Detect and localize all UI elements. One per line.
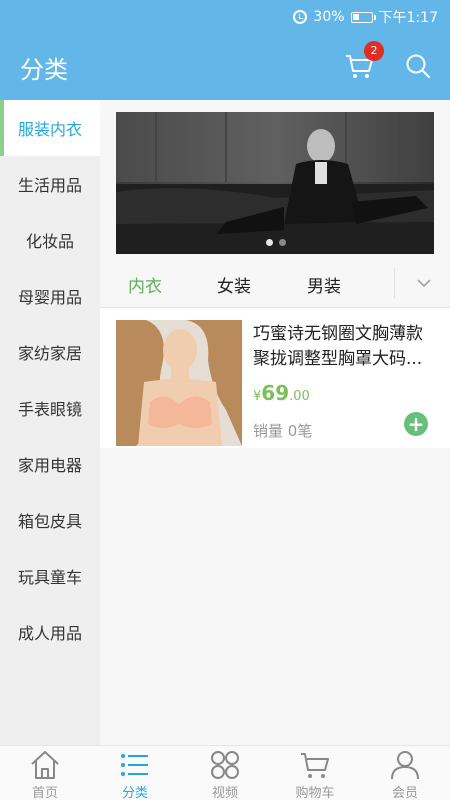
tab-women[interactable]: 女装 [217,272,251,297]
alarm-icon [293,10,308,24]
cart-button[interactable]: 2 [344,41,384,86]
product-card[interactable]: 巧蜜诗无钢圈文胸薄款聚拢调整型胸罩大码... ¥69.00 销量 0笔 + [100,308,450,448]
tab-divider [394,268,395,298]
battery-icon [350,11,376,23]
plus-icon: + [407,412,425,436]
product-image[interactable] [116,320,242,446]
sidebar-item-daily-goods[interactable]: 生活用品 [0,156,100,212]
carousel-indicators [266,239,286,246]
sidebar-item-cosmetics[interactable]: 化妆品 [0,212,100,268]
status-bar: 30% 下午1:17 [0,0,450,32]
sidebar-item-appliances[interactable]: 家用电器 [0,436,100,492]
chevron-down-icon[interactable] [416,275,432,291]
sidebar-item-home-textile[interactable]: 家纺家居 [0,324,100,380]
nav-home-label: 首页 [31,786,58,800]
home-icon [31,751,59,779]
subcategory-tabs: 内衣 女装 男装 [100,260,450,308]
cart-icon [301,753,329,778]
sidebar-item-baby[interactable]: 母婴用品 [0,268,100,324]
sidebar-item-toys[interactable]: 玩具童车 [0,548,100,604]
tab-underwear[interactable]: 内衣 [128,272,162,297]
nav-member-label: 会员 [391,786,418,800]
nav-category-label: 分类 [121,786,148,800]
nav-member[interactable]: 会员 [360,746,450,800]
nav-cart[interactable]: 购物车 [270,746,360,800]
add-to-cart-button[interactable]: + [404,412,428,436]
user-icon [391,751,419,780]
banner-carousel[interactable] [116,112,434,254]
banner-image [116,112,434,254]
sales-count: 销量 0笔 [253,422,313,440]
page-title: 分类 [20,56,68,84]
header: 分类 2 [0,32,450,100]
carousel-dot[interactable] [279,239,286,246]
main-content: 内衣 女装 男装 巧蜜诗无钢圈文胸薄款聚拢调整型胸罩大码... ¥69.00 销… [100,100,450,745]
battery-percent: 30% [313,9,345,25]
tab-men[interactable]: 男装 [307,272,341,297]
video-grid-icon [211,751,239,779]
sidebar-item-adult[interactable]: 成人用品 [0,604,100,660]
nav-cart-label: 购物车 [295,786,335,800]
price-integer: 69 [261,381,290,405]
nav-video-label: 视频 [211,786,238,800]
nav-video[interactable]: 视频 [180,746,270,800]
list-icon [121,754,148,776]
carousel-dot[interactable] [266,239,273,246]
cart-count-badge: 2 [364,41,384,61]
sidebar-item-apparel[interactable]: 服装内衣 [0,100,100,156]
search-button[interactable] [404,52,432,80]
bottom-navigation: 首页 分类 视频 购物车 会员 [0,745,450,800]
nav-category[interactable]: 分类 [90,746,180,800]
sidebar-item-watches[interactable]: 手表眼镜 [0,380,100,436]
product-price: ¥69.00 [253,381,310,405]
sidebar-item-bags[interactable]: 箱包皮具 [0,492,100,548]
price-decimal: .00 [289,389,310,404]
category-sidebar: 服装内衣 生活用品 化妆品 母婴用品 家纺家居 手表眼镜 家用电器 箱包皮具 玩… [0,100,100,745]
nav-home[interactable]: 首页 [0,746,90,800]
status-time: 下午1:17 [378,10,438,26]
search-icon [406,54,431,79]
product-name[interactable]: 巧蜜诗无钢圈文胸薄款聚拢调整型胸罩大码... [253,322,433,372]
